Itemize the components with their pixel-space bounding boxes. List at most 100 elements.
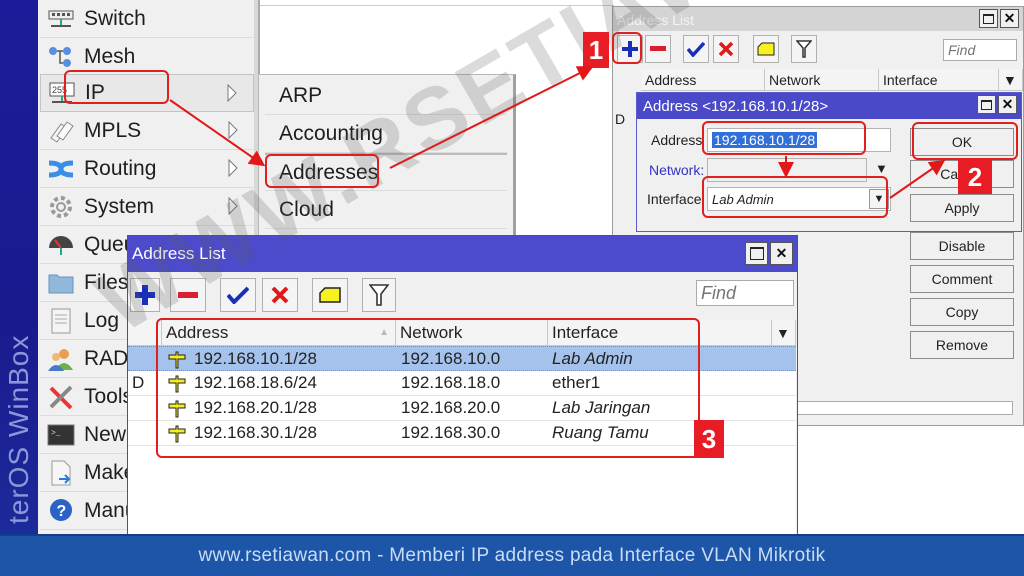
- minus-icon: [650, 46, 666, 51]
- comment-icon: [319, 287, 341, 303]
- queue-icon: [46, 231, 76, 259]
- disable-button[interactable]: [262, 278, 298, 312]
- maximize-icon: [981, 99, 992, 110]
- submenu-item-cloud[interactable]: Cloud: [265, 191, 507, 229]
- menu-item-switch[interactable]: Switch: [40, 0, 254, 38]
- folder-icon: [46, 269, 76, 297]
- submenu-arrow-icon: [227, 84, 237, 102]
- submenu-item-arp[interactable]: ARP: [265, 77, 507, 115]
- submenu-arrow-icon: [228, 121, 238, 139]
- log-icon: [46, 307, 76, 335]
- remove-entry-button[interactable]: Remove: [910, 331, 1014, 359]
- svg-text:>_: >_: [51, 429, 61, 438]
- copy-button[interactable]: Copy: [910, 298, 1014, 326]
- window-title: Address List: [617, 12, 695, 28]
- background-list: [258, 0, 614, 76]
- column-header-label: Interface: [883, 71, 938, 88]
- footer-caption: www.rsetiawan.com - Memberi IP address p…: [0, 534, 1024, 576]
- interface-label: Interface: [647, 191, 702, 207]
- column-header-network[interactable]: Network: [765, 69, 879, 91]
- menu-item-routing[interactable]: Routing: [40, 150, 254, 188]
- step-badge-3: 3: [694, 420, 724, 458]
- x-icon: [271, 286, 289, 304]
- column-menu-button[interactable]: ▼: [999, 69, 1023, 91]
- chevron-down-icon: ▼: [776, 324, 790, 341]
- maximize-button[interactable]: [977, 95, 996, 114]
- column-header-interface[interactable]: Interface: [879, 69, 999, 91]
- menu-item-system[interactable]: System: [40, 188, 254, 226]
- remove-button[interactable]: [170, 278, 206, 312]
- comment-entry-button[interactable]: Comment: [910, 265, 1014, 293]
- gear-icon: [46, 193, 76, 221]
- switch-icon: [46, 5, 76, 33]
- find-input[interactable]: [943, 39, 1017, 61]
- submenu-item-accounting[interactable]: Accounting: [265, 115, 507, 153]
- maximize-button[interactable]: [745, 242, 768, 265]
- enable-button[interactable]: [220, 278, 256, 312]
- window-title-bar[interactable]: Address List ✕: [128, 236, 797, 272]
- maximize-icon: [749, 247, 764, 260]
- annotation-highlight-table: [156, 318, 700, 458]
- tools-icon: [46, 383, 76, 411]
- footer-caption-text: www.rsetiawan.com - Memberi IP address p…: [198, 545, 826, 566]
- menu-item-label: New: [84, 422, 127, 446]
- address-label: Address: [651, 132, 703, 148]
- make-supout-icon: [46, 459, 76, 487]
- comment-button[interactable]: [312, 278, 348, 312]
- maximize-icon: [983, 13, 994, 24]
- network-label[interactable]: Network:: [649, 162, 704, 178]
- menu-item-label: Tools: [84, 384, 134, 408]
- winbox-brand-text: terOS WinBox: [3, 334, 34, 524]
- disable-entry-button[interactable]: Disable: [910, 232, 1014, 260]
- annotation-highlight-address-field: [702, 121, 866, 155]
- filter-button[interactable]: [791, 35, 817, 63]
- find-input[interactable]: [696, 280, 794, 306]
- annotation-highlight-add: [612, 32, 642, 64]
- x-icon: [718, 41, 734, 57]
- menu-item-label: System: [84, 194, 155, 218]
- chevron-down-icon: ▼: [1003, 71, 1017, 88]
- comment-button[interactable]: [753, 35, 779, 63]
- menu-item-label: Mesh: [84, 44, 136, 68]
- close-button[interactable]: ✕: [998, 95, 1017, 114]
- filter-icon: [796, 40, 812, 58]
- window-title: Address List: [132, 244, 226, 263]
- filter-icon: [369, 284, 389, 306]
- disable-button[interactable]: [713, 35, 739, 63]
- close-icon: ✕: [775, 245, 788, 261]
- menu-item-label: RAD: [84, 346, 129, 370]
- add-button[interactable]: [130, 278, 160, 312]
- filter-button[interactable]: [362, 278, 396, 312]
- maximize-button[interactable]: [979, 9, 998, 28]
- annotation-highlight-ip: [64, 70, 169, 104]
- mesh-icon: [46, 43, 76, 71]
- column-header-label: Network: [769, 71, 821, 88]
- window-title-bar[interactable]: Address List ✕: [613, 7, 1023, 31]
- annotation-highlight-addresses: [265, 154, 379, 188]
- submenu-arrow-icon: [228, 197, 238, 215]
- menu-item-label: Log: [84, 308, 120, 332]
- row-flag: D: [132, 373, 145, 392]
- column-menu-button[interactable]: ▼: [772, 320, 796, 346]
- menu-item-mpls[interactable]: MPLS: [40, 112, 254, 150]
- apply-button[interactable]: Apply: [910, 194, 1014, 222]
- close-button[interactable]: ✕: [770, 242, 793, 265]
- check-icon: [227, 286, 249, 304]
- radius-icon: [46, 345, 76, 373]
- step-badge-2: 2: [958, 160, 992, 194]
- enable-button[interactable]: [683, 35, 709, 63]
- remove-button[interactable]: [645, 35, 671, 63]
- dialog-title: Address <192.168.10.1/28>: [643, 98, 829, 115]
- plus-icon: [135, 285, 155, 305]
- comment-icon: [757, 42, 775, 56]
- network-dropdown-icon[interactable]: ▼: [875, 161, 888, 176]
- minus-icon: [178, 291, 198, 298]
- submenu-arrow-icon: [228, 159, 238, 177]
- close-button[interactable]: ✕: [1000, 9, 1019, 28]
- dialog-title-bar[interactable]: Address <192.168.10.1/28> ✕: [637, 93, 1021, 119]
- column-header-label: Address: [645, 71, 697, 88]
- row-flag: D: [615, 111, 626, 127]
- menu-item-label: Routing: [84, 156, 157, 180]
- routing-icon: [46, 155, 76, 183]
- column-header-address[interactable]: Address: [641, 69, 765, 91]
